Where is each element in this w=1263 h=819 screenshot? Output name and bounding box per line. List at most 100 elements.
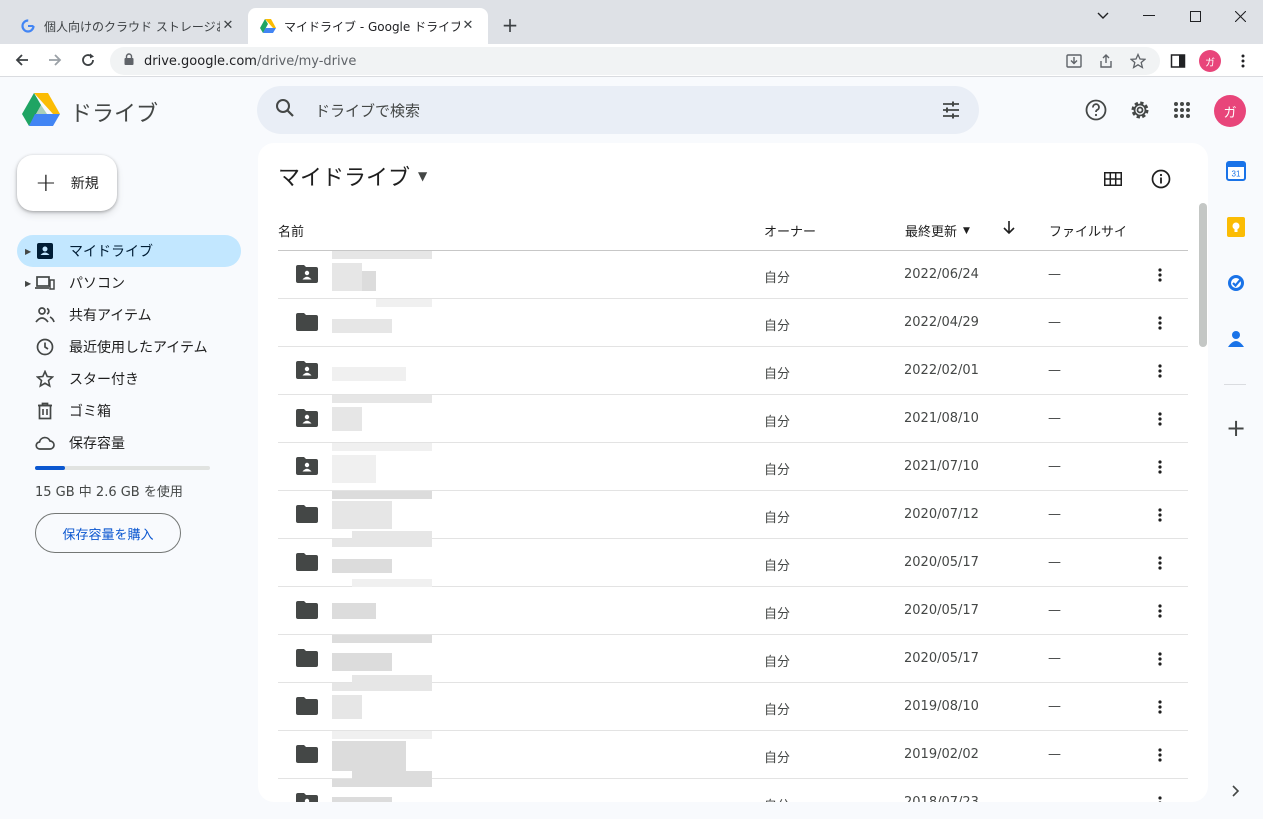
grid-view-icon[interactable] (1101, 167, 1125, 191)
chevron-right-icon[interactable] (1224, 779, 1248, 803)
sidebar-item-storage[interactable]: 保存容量 (17, 427, 241, 459)
file-name-redacted (332, 635, 436, 683)
new-button[interactable]: + 新規 (17, 155, 117, 211)
more-actions-icon[interactable] (1148, 599, 1172, 623)
sidebar-item-trash[interactable]: ゴミ箱 (17, 395, 241, 427)
sidebar-item-recent[interactable]: 最近使用したアイテム (17, 331, 241, 363)
caret-down-icon: ▼ (418, 169, 428, 183)
sidebar-item-my-drive[interactable]: ▶ マイドライブ (17, 235, 241, 267)
column-header-name[interactable]: 名前 (278, 221, 304, 240)
browser-tab-active[interactable]: マイドライブ - Google ドライブ ✕ (248, 8, 488, 44)
close-tab-icon[interactable]: ✕ (220, 18, 236, 34)
sidebar-item-shared[interactable]: 共有アイテム (17, 299, 241, 331)
account-avatar[interactable]: ガ (1214, 95, 1246, 127)
file-owner: 自分 (764, 367, 791, 382)
more-actions-icon[interactable] (1148, 791, 1172, 802)
shared-folder-icon (296, 793, 318, 802)
tasks-icon[interactable] (1224, 271, 1248, 295)
info-icon[interactable] (1149, 167, 1173, 191)
expand-arrow-icon[interactable]: ▶ (25, 279, 31, 288)
file-name-redacted (332, 587, 436, 635)
page-title[interactable]: マイドライブ ▼ (278, 160, 427, 192)
close-tab-icon[interactable]: ✕ (460, 18, 476, 34)
column-header-owner[interactable]: オーナー (764, 221, 816, 240)
more-actions-icon[interactable] (1148, 695, 1172, 719)
share-icon[interactable] (1097, 52, 1115, 70)
file-name-redacted (332, 443, 436, 491)
file-row[interactable]: 自分 2020/07/12 — (278, 491, 1188, 539)
forward-icon[interactable] (43, 48, 67, 72)
settings-gear-icon[interactable] (1128, 98, 1152, 122)
file-row[interactable]: 自分 2021/08/10 — (278, 395, 1188, 443)
file-name-redacted (332, 299, 436, 347)
install-app-icon[interactable] (1065, 52, 1083, 70)
lock-icon (124, 53, 134, 69)
sidebar-item-starred[interactable]: スター付き (17, 363, 241, 395)
file-row[interactable]: 自分 2018/07/23 — (278, 779, 1188, 802)
side-panel-icon[interactable] (1169, 52, 1187, 70)
file-owner: 自分 (764, 463, 791, 478)
sort-direction-icon[interactable] (1003, 221, 1015, 235)
file-size: — (1048, 603, 1061, 618)
file-row[interactable]: 自分 2020/05/17 — (278, 587, 1188, 635)
new-tab-icon[interactable]: + (498, 14, 522, 38)
close-window-icon[interactable] (1217, 0, 1263, 32)
file-modified-date: 2020/05/17 (904, 651, 979, 666)
column-header-size[interactable]: ファイルサイ (1049, 221, 1127, 240)
maximize-icon[interactable] (1172, 0, 1218, 32)
file-size: — (1048, 267, 1061, 282)
file-row[interactable]: 自分 2020/05/17 — (278, 539, 1188, 587)
more-actions-icon[interactable] (1148, 455, 1172, 479)
keep-icon[interactable] (1224, 215, 1248, 239)
scrollbar-thumb[interactable] (1199, 203, 1207, 347)
file-row[interactable]: 自分 2019/08/10 — (278, 683, 1188, 731)
file-row[interactable]: 自分 2022/06/24 — (278, 251, 1188, 299)
minimize-icon[interactable] (1126, 0, 1172, 32)
more-actions-icon[interactable] (1148, 407, 1172, 431)
contacts-icon[interactable] (1224, 327, 1248, 351)
more-actions-icon[interactable] (1148, 263, 1172, 287)
star-icon (35, 369, 55, 389)
more-actions-icon[interactable] (1148, 647, 1172, 671)
shared-folder-icon (296, 265, 318, 285)
expand-arrow-icon[interactable]: ▶ (25, 247, 31, 256)
column-header-modified[interactable]: 最終更新 ▼ (905, 221, 970, 240)
file-row[interactable]: 自分 2019/02/02 — (278, 731, 1188, 779)
file-modified-date: 2020/05/17 (904, 603, 979, 618)
calendar-icon[interactable]: 31 (1224, 159, 1248, 183)
tab-search-icon[interactable] (1080, 0, 1126, 32)
more-actions-icon[interactable] (1148, 359, 1172, 383)
add-icon[interactable]: + (1224, 414, 1248, 442)
file-name-redacted (332, 347, 436, 395)
url-path: /drive/my-drive (256, 53, 357, 69)
more-actions-icon[interactable] (1148, 551, 1172, 575)
file-row[interactable]: 自分 2022/02/01 — (278, 347, 1188, 395)
browser-profile-avatar[interactable]: ガ (1199, 50, 1221, 72)
file-size: — (1048, 747, 1061, 762)
search-icon[interactable] (275, 98, 295, 122)
back-icon[interactable] (10, 48, 34, 72)
storage-usage-text: 15 GB 中 2.6 GB を使用 (35, 485, 183, 500)
browser-tab[interactable]: 個人向けのクラウド ストレージおよびフ ✕ (8, 8, 248, 44)
buy-storage-button[interactable]: 保存容量を購入 (35, 513, 181, 553)
file-row[interactable]: 自分 2022/04/29 — (278, 299, 1188, 347)
file-row[interactable]: 自分 2020/05/17 — (278, 635, 1188, 683)
more-actions-icon[interactable] (1148, 743, 1172, 767)
more-actions-icon[interactable] (1148, 503, 1172, 527)
file-row[interactable]: 自分 2021/07/10 — (278, 443, 1188, 491)
search-input[interactable]: ドライブで検索 (315, 100, 420, 121)
apps-grid-icon[interactable] (1170, 98, 1194, 122)
file-modified-date: 2022/02/01 (904, 363, 979, 378)
sidebar-item-computers[interactable]: ▶ パソコン (17, 267, 241, 299)
bookmark-star-icon[interactable] (1129, 52, 1147, 70)
browser-menu-icon[interactable] (1234, 52, 1252, 70)
search-bar[interactable]: ドライブで検索 (257, 86, 979, 134)
search-options-icon[interactable] (941, 100, 961, 124)
shared-icon (35, 305, 55, 325)
drive-logo[interactable]: ドライブ (22, 93, 158, 131)
sidebar-item-label: 保存容量 (69, 436, 125, 452)
help-icon[interactable] (1084, 98, 1108, 122)
more-actions-icon[interactable] (1148, 311, 1172, 335)
reload-icon[interactable] (76, 48, 100, 72)
address-bar[interactable]: drive.google.com/drive/my-drive (110, 47, 1160, 75)
